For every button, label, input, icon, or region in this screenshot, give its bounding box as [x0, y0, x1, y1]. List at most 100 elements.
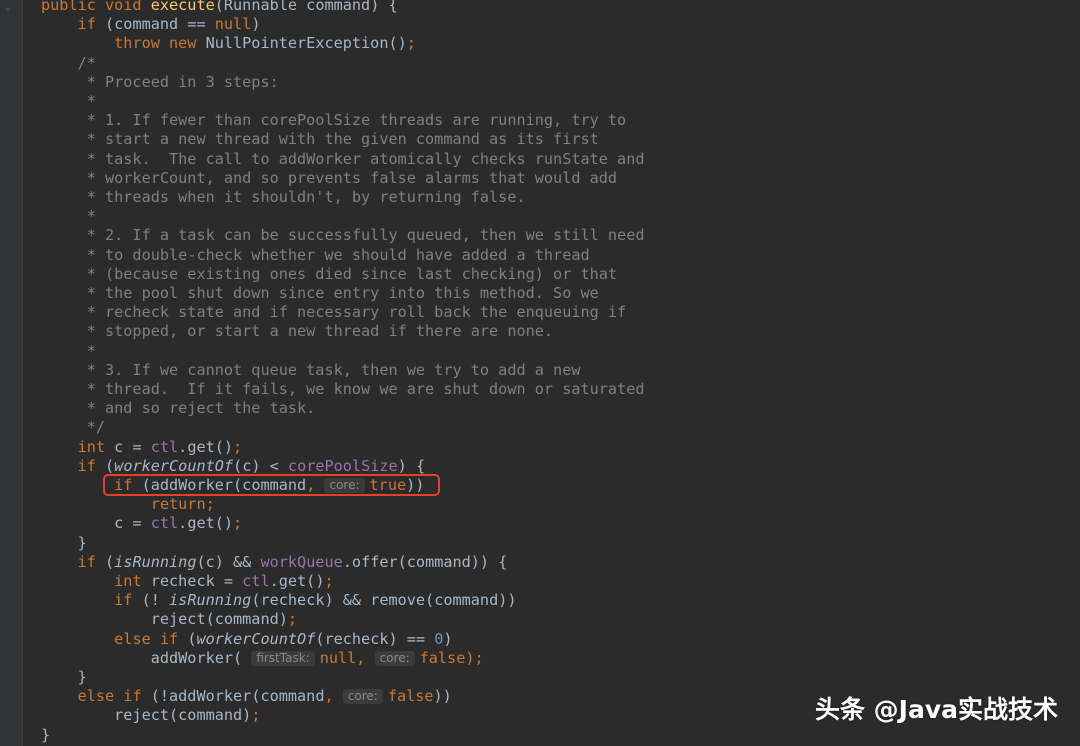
code-line: * thread. If it fails, we know we are sh… [41, 380, 645, 399]
code-token: int [114, 572, 151, 590]
watermark-text: 头条 @Java实战技术 [814, 695, 1058, 724]
highlight-annotation-box [103, 474, 440, 496]
parameter-hint: firstTask: [251, 650, 315, 666]
code-line: * start a new thread with the given comm… [41, 130, 599, 149]
code-token: isRunning [169, 591, 252, 610]
code-token: false [419, 648, 466, 667]
code-token: else if [114, 629, 188, 648]
code-line: * recheck state and if necessary roll ba… [41, 303, 627, 322]
code-line: reject(command); [41, 610, 297, 629]
code-token: ; [324, 572, 334, 590]
code-line: c = ctl.get(); [41, 514, 242, 533]
code-token: reject(command) [41, 610, 288, 629]
code-token: execute [150, 0, 215, 14]
code-token: ; [287, 610, 298, 629]
code-line: public void execute(Runnable command) { [41, 0, 398, 15]
code-line: * workerCount, and so prevents false ala… [41, 169, 617, 188]
code-token: ( [105, 456, 115, 475]
code-line: if (isRunning(c) && workQueue.offer(comm… [41, 552, 508, 572]
code-token: NullPointerException() [205, 34, 407, 53]
code-token: } [41, 533, 87, 552]
code-token: if [114, 591, 142, 610]
code-token: */ [41, 418, 106, 437]
code-token: * 1. If fewer than corePoolSize threads … [41, 111, 627, 130]
code-token: .get() [178, 514, 234, 533]
code-line: * to double-check whether we should have… [41, 246, 590, 265]
code-token: false [387, 687, 434, 706]
code-token: recheck = [150, 572, 243, 590]
code-token: if [77, 552, 106, 571]
code-token: ctl [150, 437, 179, 456]
code-line: * 3. If we cannot queue task, then we tr… [41, 361, 581, 380]
code-token: (c) && [196, 552, 261, 571]
parameter-hint: core: [374, 650, 415, 666]
code-token: workQueue [260, 552, 343, 571]
code-token: isRunning [114, 552, 197, 571]
fold-icon[interactable]: ⌄ [5, 3, 13, 13]
code-token: ; [233, 437, 243, 456]
code-token: null [214, 15, 252, 34]
code-token: ( [105, 552, 115, 571]
code-token: int [77, 437, 115, 456]
code-editor[interactable]: ⌄ public void execute(Runnable command) … [0, 0, 1080, 746]
code-line: int c = ctl.get(); [41, 437, 243, 457]
code-token: * [41, 92, 96, 110]
code-token: (Runnable command) { [214, 0, 398, 14]
code-token: .offer(command)) { [342, 552, 508, 571]
code-token: ) [443, 629, 453, 648]
code-token: )) [433, 687, 452, 706]
code-line: * [41, 92, 96, 111]
code-token: (command == [105, 15, 215, 34]
code-line: addWorker( firstTask: null, core: false); [41, 649, 484, 668]
code-token: reject(command) [41, 706, 252, 725]
code-token: workerCountOf [114, 456, 234, 475]
code-token: else if [77, 687, 151, 706]
code-token: * 2. If a task can be successfully queue… [41, 226, 645, 245]
code-line: * threads when it shouldn't, by returnin… [41, 188, 526, 207]
code-token: ) [251, 15, 261, 34]
code-line: * Proceed in 3 steps: [41, 73, 279, 92]
code-token: if [77, 456, 106, 475]
code-token: .get() [178, 437, 234, 456]
code-token: corePoolSize [287, 456, 398, 475]
code-token: * workerCount, and so prevents false ala… [41, 168, 618, 187]
code-token: public void [41, 0, 151, 14]
parameter-hint: core: [342, 689, 383, 705]
code-token: c = [41, 514, 151, 533]
code-line: if (command == null) [41, 15, 261, 34]
code-token: (recheck) && remove(command)) [251, 591, 517, 610]
code-token: * to double-check whether we should have… [41, 245, 590, 264]
code-token: * thread. If it fails, we know we are sh… [41, 380, 645, 398]
code-line: * (because existing ones died since last… [41, 265, 617, 284]
code-token: * the pool shut down since entry into th… [41, 284, 599, 302]
code-token: (!addWorker(command [150, 687, 325, 706]
code-token: * task. The call to addWorker atomically… [41, 149, 645, 168]
code-line: */ [41, 418, 105, 437]
code-line: throw new NullPointerException(); [41, 34, 416, 53]
code-token: (recheck) == [315, 629, 435, 648]
code-line: return; [41, 495, 215, 514]
code-token: addWorker( [41, 648, 252, 667]
code-line: else if (!addWorker(command, core: false)… [41, 687, 452, 706]
code-token: ); [465, 648, 484, 667]
code-token: (c) < [233, 456, 288, 475]
code-line: * stopped, or start a new thread if ther… [41, 322, 553, 341]
code-token: /* [41, 53, 96, 72]
code-token: 0 [434, 629, 444, 648]
code-token: null, [319, 648, 375, 667]
code-line: * 2. If a task can be successfully queue… [41, 226, 645, 245]
code-line: * and so reject the task. [41, 399, 316, 418]
code-token: ctl [150, 514, 179, 533]
code-token: * threads when it shouldn't, by returnin… [41, 188, 526, 206]
code-line: else if (workerCountOf(recheck) == 0) [41, 629, 453, 649]
code-token: ; [233, 514, 243, 533]
code-token: * (because existing ones died since last… [41, 264, 618, 283]
code-token: (! [141, 591, 170, 610]
